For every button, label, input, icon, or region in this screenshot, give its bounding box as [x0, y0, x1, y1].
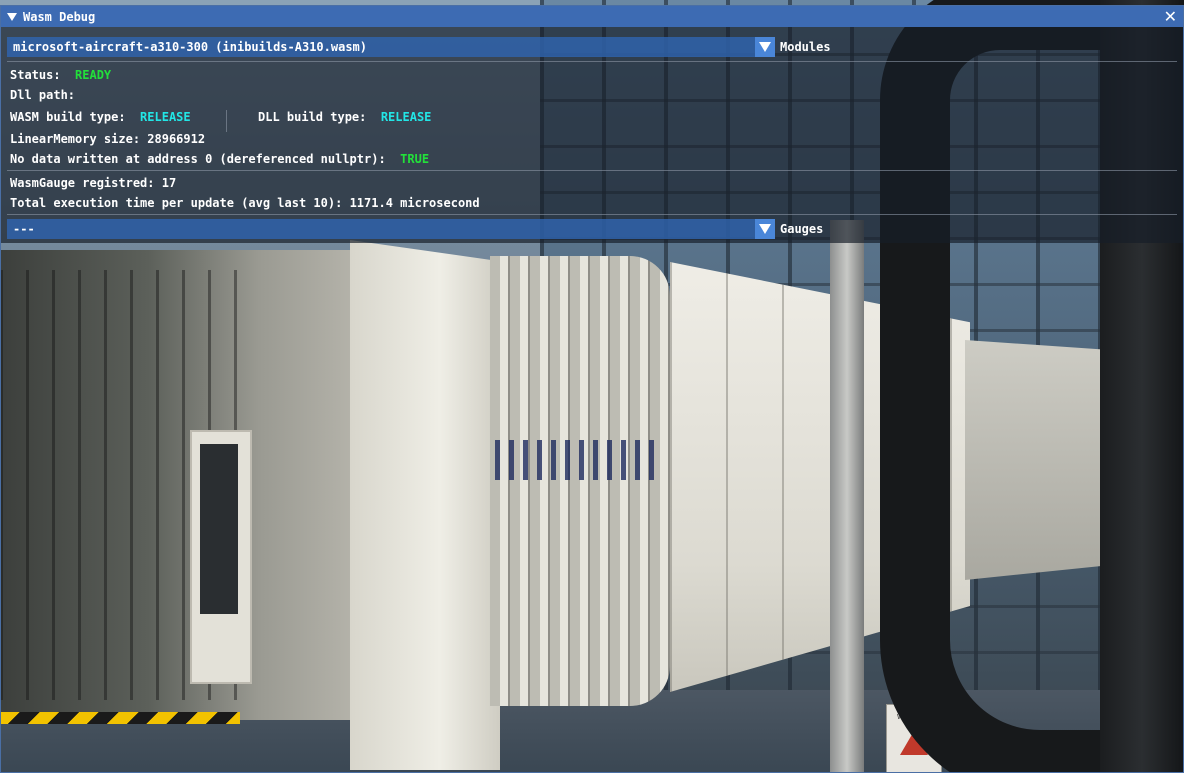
dll-path-label: Dll path: — [10, 88, 76, 102]
exec-time-label: Total execution time per update (avg las… — [10, 196, 343, 210]
dll-build-row: DLL build type: RELEASE — [258, 110, 431, 124]
nullptr-row: No data written at address 0 (dereferenc… — [10, 152, 429, 166]
window-title: Wasm Debug — [23, 9, 96, 24]
gauges-dropdown-button[interactable] — [755, 219, 775, 239]
debug-panel: microsoft-aircraft-a310-300 (inibuilds-A… — [1, 27, 1183, 243]
status-row: Status: READY — [10, 68, 111, 82]
dll-build-label: DLL build type: — [258, 110, 367, 124]
status-label: Status: — [10, 68, 61, 82]
separator — [7, 61, 1177, 62]
column-separator — [226, 110, 227, 132]
wasm-build-row: WASM build type: RELEASE — [10, 110, 191, 124]
exec-time-row: Total execution time per update (avg las… — [10, 196, 480, 210]
dll-path-row: Dll path: — [10, 88, 82, 102]
wasm-debug-window: Wasm Debug ✕ microsoft-aircraft-a310-300… — [0, 5, 1184, 773]
modules-dropdown[interactable]: microsoft-aircraft-a310-300 (inibuilds-A… — [7, 37, 775, 57]
exec-time-value: 1171.4 microsecond — [349, 196, 480, 210]
modules-selected-value: microsoft-aircraft-a310-300 (inibuilds-A… — [13, 40, 368, 54]
gauges-registered-label: WasmGauge registred: — [10, 176, 155, 190]
linear-memory-label: LinearMemory size: — [10, 132, 141, 146]
window-titlebar[interactable]: Wasm Debug ✕ — [1, 6, 1183, 27]
separator — [7, 214, 1177, 215]
separator — [7, 170, 1177, 171]
close-icon[interactable]: ✕ — [1164, 7, 1177, 26]
modules-label: Modules — [780, 40, 831, 54]
modules-dropdown-button[interactable] — [755, 37, 775, 57]
gauges-dropdown[interactable]: --- — [7, 219, 775, 239]
nullptr-value: TRUE — [400, 152, 430, 166]
nullptr-label: No data written at address 0 (dereferenc… — [10, 152, 386, 166]
linear-memory-row: LinearMemory size: 28966912 — [10, 132, 205, 146]
chevron-down-icon — [759, 224, 771, 234]
linear-memory-value: 28966912 — [147, 132, 206, 146]
gauges-registered-row: WasmGauge registred: 17 — [10, 176, 176, 190]
dll-build-value: RELEASE — [380, 110, 432, 124]
collapse-arrow-icon[interactable] — [7, 12, 17, 21]
wasm-build-label: WASM build type: — [10, 110, 126, 124]
chevron-down-icon — [759, 42, 771, 52]
wasm-build-value: RELEASE — [140, 110, 191, 124]
gauges-registered-value: 17 — [161, 176, 177, 190]
gauges-label: Gauges — [780, 222, 824, 236]
gauges-selected-value: --- — [13, 222, 35, 236]
status-value: READY — [75, 68, 112, 82]
